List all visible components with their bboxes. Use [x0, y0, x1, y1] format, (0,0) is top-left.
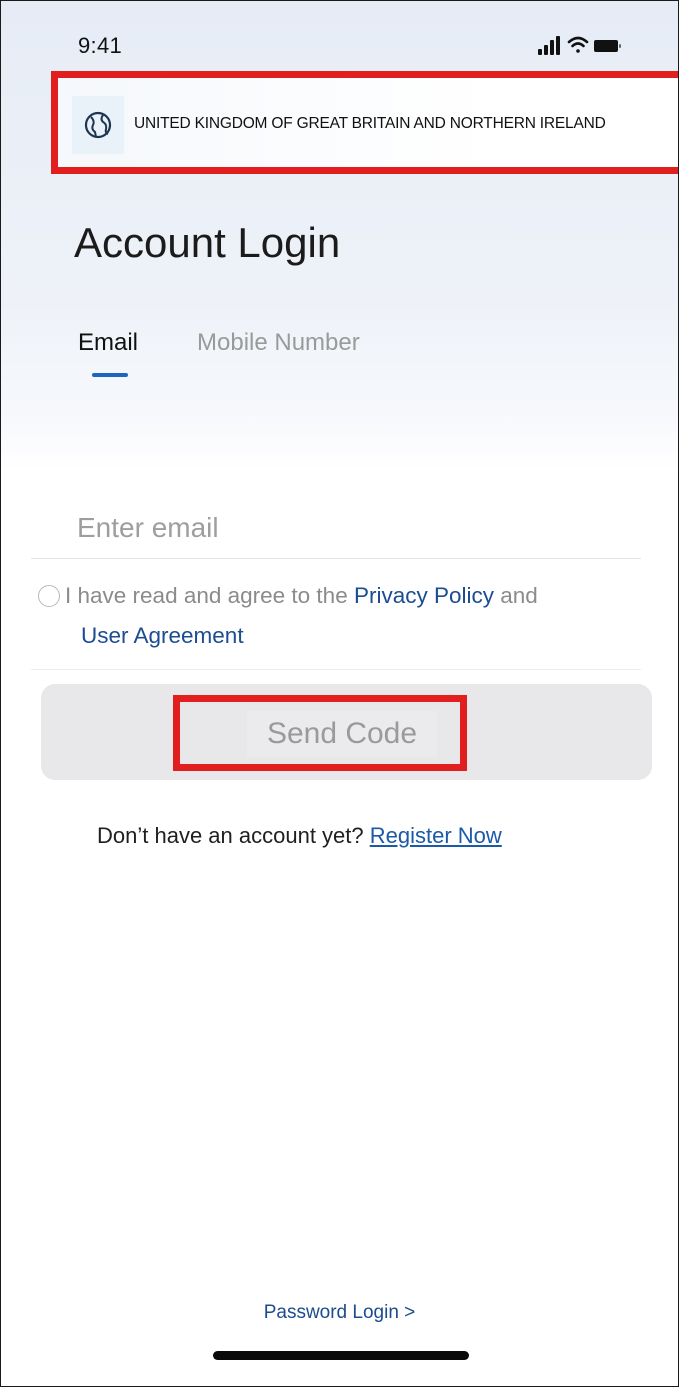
agreement-text: I have read and agree to the Privacy Pol… [65, 583, 538, 609]
region-selector[interactable]: UNITED KINGDOM OF GREAT BRITAIN AND NORT… [51, 71, 678, 174]
globe-icon [72, 96, 124, 154]
agreement-checkbox[interactable] [38, 585, 60, 607]
tab-email[interactable]: Email [78, 329, 138, 357]
battery-icon [594, 40, 621, 52]
register-prompt-text: Don’t have an account yet? [97, 823, 370, 848]
page-title: Account Login [74, 219, 341, 266]
user-agreement-link[interactable]: User Agreement [81, 623, 244, 648]
home-indicator [213, 1351, 469, 1360]
agreement-prefix: I have read and agree to the [65, 583, 354, 608]
privacy-policy-link[interactable]: Privacy Policy [354, 583, 494, 608]
password-login-link[interactable]: Password Login > [1, 1302, 678, 1324]
divider [31, 669, 641, 670]
signal-icon [538, 36, 560, 55]
register-prompt: Don’t have an account yet? Register Now [97, 823, 502, 849]
agreement-middle: and [494, 583, 538, 608]
region-name: UNITED KINGDOM OF GREAT BRITAIN AND NORT… [134, 115, 606, 132]
wifi-icon [567, 36, 589, 53]
login-screen: 9:41 UNITED KINGDOM OF GREAT BRITAIN AND… [0, 0, 679, 1387]
email-input[interactable] [31, 497, 641, 559]
active-tab-indicator [92, 373, 128, 377]
send-code-button[interactable] [41, 684, 652, 780]
register-now-link[interactable]: Register Now [370, 823, 502, 848]
tab-mobile-number[interactable]: Mobile Number [197, 329, 360, 357]
status-time: 9:41 [78, 33, 123, 58]
status-icons [536, 34, 626, 56]
agreement-text-line-2: User Agreement [81, 623, 244, 649]
